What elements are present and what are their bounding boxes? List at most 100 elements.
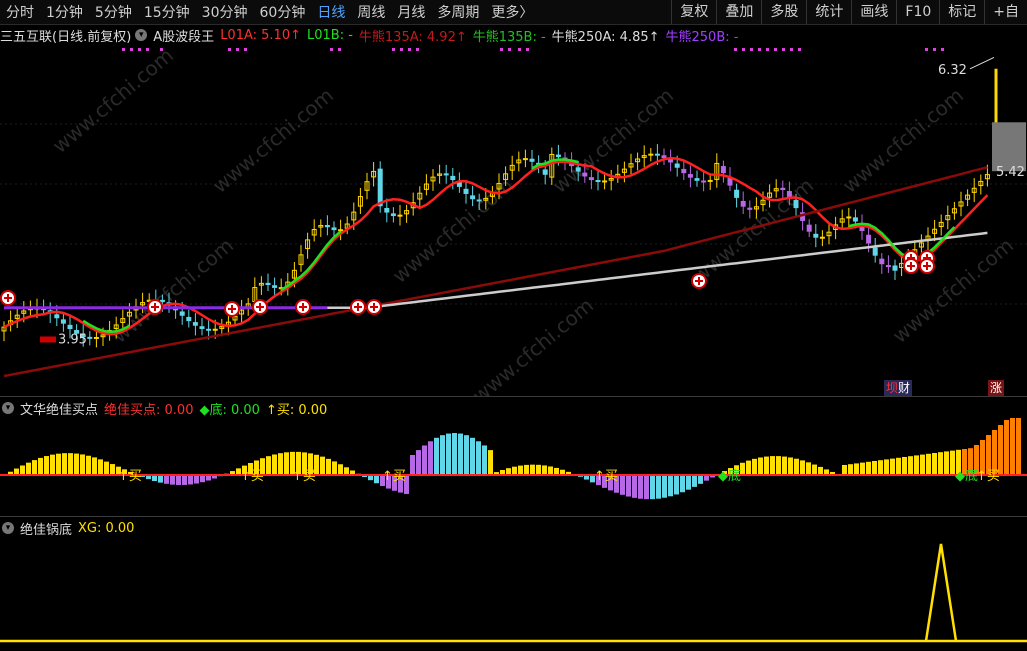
candle-body xyxy=(529,158,535,162)
indicator-dropdown-icon[interactable]: ▾ xyxy=(135,29,148,41)
indicator1-bar xyxy=(626,475,631,497)
candle-body xyxy=(780,187,786,191)
indicator1-bar xyxy=(800,460,805,475)
indicator1-bar xyxy=(536,464,541,475)
candle-body xyxy=(384,207,390,213)
candle-body xyxy=(450,175,456,181)
indicator2-dropdown-icon[interactable]: ▾ xyxy=(2,522,14,534)
candle-body xyxy=(595,180,601,183)
indicator-name[interactable]: A股波段王 xyxy=(153,26,214,45)
indicator1-bar xyxy=(62,453,67,475)
indicator1-bar xyxy=(698,475,703,484)
indicator1-bar xyxy=(428,441,433,475)
indicator1-bar xyxy=(104,461,109,475)
toolbar-button-1[interactable]: 叠加 xyxy=(716,0,761,24)
top-marker xyxy=(416,48,419,51)
watermark-text: www.cfchi.com xyxy=(888,233,1018,348)
xg-signal-spike xyxy=(924,543,958,642)
indicator1-bar xyxy=(644,475,649,500)
indicator1-bar xyxy=(746,460,751,475)
toolbar-button-0[interactable]: 复权 xyxy=(671,0,716,24)
high-price-label: 6.32 xyxy=(938,63,967,78)
candle-body xyxy=(654,153,660,156)
candle-body xyxy=(846,216,852,219)
candle-body xyxy=(852,217,858,222)
candle-body xyxy=(331,227,337,231)
top-marker xyxy=(330,48,333,51)
period-tab-3[interactable]: 15分钟 xyxy=(138,2,196,22)
period-tab-5[interactable]: 60分钟 xyxy=(254,2,312,22)
candle-body xyxy=(470,195,476,200)
indicator1-bar xyxy=(506,468,511,475)
top-marker xyxy=(742,48,745,51)
top-marker xyxy=(766,48,769,51)
candle-body xyxy=(786,191,792,197)
indicator1-bar xyxy=(890,458,895,475)
candle-body xyxy=(872,247,878,256)
buy-signal-label: ↑买 xyxy=(240,469,264,484)
toolbar-buttons: 复权 叠加 多股 统计 画线 F10 标记 +自 xyxy=(671,0,1027,24)
indicator1-bar xyxy=(524,464,529,475)
nx250b-value: 牛熊250B: - xyxy=(665,29,739,45)
candle-body xyxy=(575,167,581,172)
top-marker xyxy=(750,48,753,51)
toolbar-button-5[interactable]: F10 xyxy=(896,0,939,24)
indicator1-bar xyxy=(878,460,883,475)
finance-tag[interactable]: 坝财 xyxy=(884,380,913,396)
indicator2-title[interactable]: 绝佳锅底 xyxy=(20,519,72,538)
period-tab-0[interactable]: 分时 xyxy=(0,2,40,22)
indicator1-bar xyxy=(110,464,115,475)
toolbar-button-2[interactable]: 多股 xyxy=(761,0,806,24)
indicator1-title[interactable]: 文华绝佳买点 xyxy=(20,399,98,418)
period-tab-1[interactable]: 1分钟 xyxy=(40,2,89,22)
toolbar-button-4[interactable]: 画线 xyxy=(851,0,896,24)
top-marker xyxy=(130,48,133,51)
top-marker xyxy=(122,48,125,51)
candle-body xyxy=(602,180,608,183)
indicator1-bar xyxy=(530,464,535,475)
indicator1-bar xyxy=(488,450,493,475)
period-tab-9[interactable]: 多周期 xyxy=(431,2,485,22)
period-tab-10[interactable]: 更多〉 xyxy=(485,2,539,22)
candle-body xyxy=(806,224,812,232)
xg-value: XG: 0.00 xyxy=(78,520,135,536)
top-marker xyxy=(146,48,149,51)
candlestick-chart[interactable]: www.cfchi.com www.cfchi.com www.cfchi.com w… xyxy=(0,44,1027,396)
bottom-signal-chart[interactable] xyxy=(0,538,1027,651)
indicator1-bar xyxy=(1004,420,1009,475)
indicator1-bar xyxy=(770,456,775,475)
candle-body xyxy=(588,177,594,181)
toolbar-button-6[interactable]: 标记 xyxy=(939,0,984,24)
watermark-text: www.cfchi.com xyxy=(48,44,178,158)
indicator1-bar xyxy=(452,433,457,475)
top-marker xyxy=(500,48,503,51)
indicator1-bar xyxy=(416,450,421,475)
period-tab-8[interactable]: 月线 xyxy=(391,2,431,22)
period-tab-2[interactable]: 5分钟 xyxy=(89,2,138,22)
limit-up-tag[interactable]: 涨 xyxy=(988,380,1005,396)
period-tab-6[interactable]: 日线 xyxy=(311,2,351,22)
indicator1-bar xyxy=(266,456,271,475)
top-marker xyxy=(400,48,403,51)
toolbar-button-7[interactable]: +自 xyxy=(984,0,1027,24)
panel-divider-2 xyxy=(0,516,1027,517)
indicator1-bar xyxy=(908,456,913,475)
price-highlight-box xyxy=(992,122,1026,172)
indicator1-bar xyxy=(896,457,901,475)
period-tab-7[interactable]: 周线 xyxy=(351,2,391,22)
candle-body xyxy=(199,326,205,329)
candle-body xyxy=(186,316,192,322)
indicator1-bar xyxy=(542,465,547,475)
indicator1-bar xyxy=(518,465,523,475)
period-tab-4[interactable]: 30分钟 xyxy=(196,2,254,22)
toolbar-button-3[interactable]: 统计 xyxy=(806,0,851,24)
buy-point-histogram[interactable]: ↑买 ↑买 ↑买 ↑买 ↑买 ◆底 ◆底↑买 xyxy=(0,418,1027,516)
indicator1-bar xyxy=(344,467,349,475)
indicator1-bar xyxy=(440,435,445,475)
watermark-text: www.cfchi.com xyxy=(208,83,338,198)
top-marker xyxy=(160,48,163,51)
indicator1-bar xyxy=(332,461,337,475)
nx135b-value: 牛熊135B: - xyxy=(472,29,546,45)
indicator1-bar xyxy=(656,475,661,499)
indicator1-dropdown-icon[interactable]: ▾ xyxy=(2,402,14,414)
